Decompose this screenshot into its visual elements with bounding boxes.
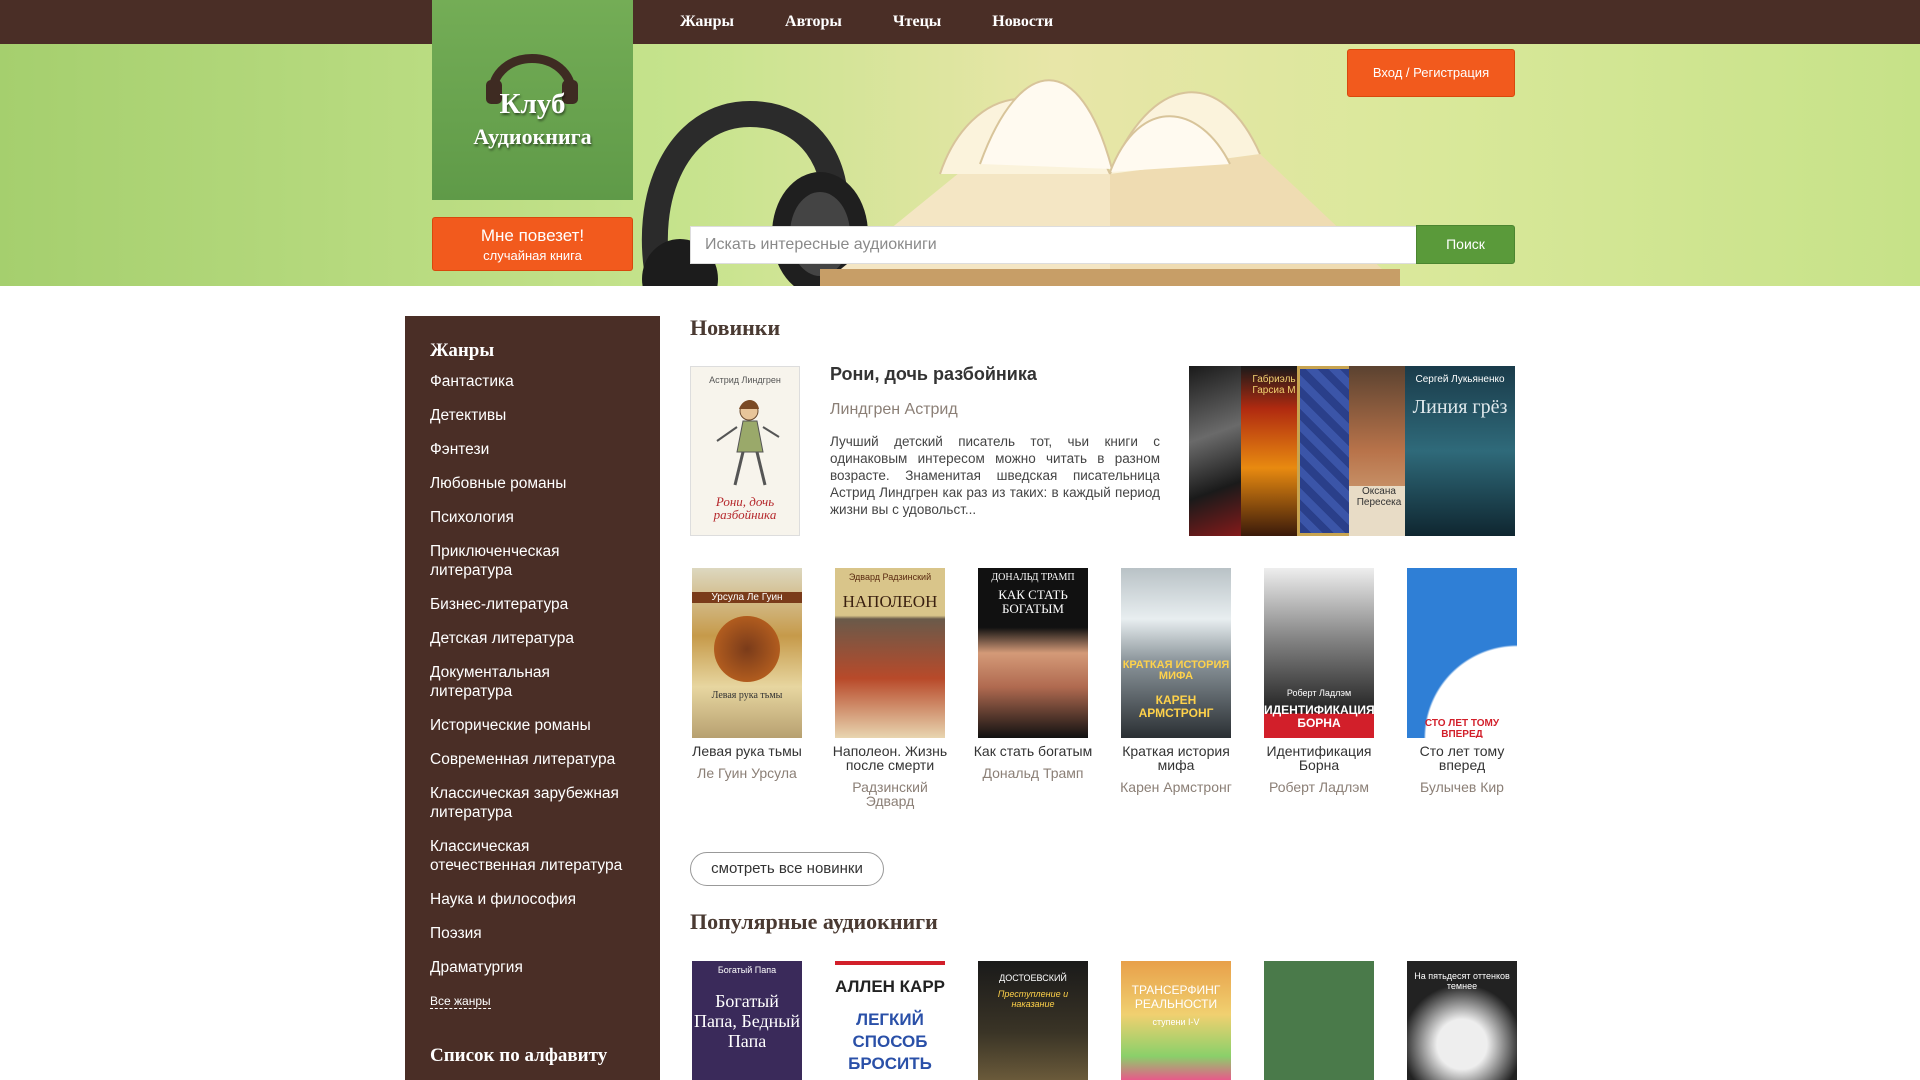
- book-card[interactable]: ДОСТОЕВСКИЙ Преступление и наказание: [973, 961, 1093, 1080]
- random-book-button[interactable]: Мне повезет! случайная книга: [432, 217, 633, 271]
- book-cover: КРАТКАЯ ИСТОРИЯ МИФА КАРЕН АРМСТРОНГ: [1121, 568, 1231, 738]
- genre-item[interactable]: Исторические романы: [430, 716, 635, 735]
- stack-cover: Оксана Пересека: [1349, 366, 1409, 536]
- book-stack-covers[interactable]: Габриэль Гарсиа М Оксана Пересека Сергей…: [1189, 366, 1515, 536]
- stack-cover: [1297, 366, 1357, 536]
- genre-item[interactable]: Поэзия: [430, 924, 635, 943]
- random-book-label: Мне повезет!: [480, 226, 585, 245]
- nav-readers[interactable]: Чтецы: [893, 0, 941, 44]
- book-title: Краткая история мифа: [1122, 743, 1230, 773]
- book-author[interactable]: Ле Гуин Урсула: [687, 766, 807, 780]
- stack-cover: Сергей Лукьяненко Линия грёз: [1405, 366, 1515, 536]
- login-register-button[interactable]: Вход / Регистрация: [1347, 49, 1515, 97]
- book-author[interactable]: Радзинский Эдвард: [830, 780, 950, 808]
- book-author[interactable]: Булычев Кир: [1402, 780, 1522, 794]
- book-author[interactable]: Дональд Трамп: [973, 766, 1093, 780]
- nav-news[interactable]: Новости: [992, 0, 1053, 44]
- book-card[interactable]: Урсула Ле Гуин Левая рука тьмы Левая рук…: [687, 568, 807, 780]
- top-nav: Жанры Авторы Чтецы Новости: [680, 0, 1104, 44]
- genre-item[interactable]: Фантастика: [430, 372, 635, 391]
- cover-emblem: [714, 616, 780, 682]
- logo-title: Клуб: [499, 88, 566, 120]
- book-author[interactable]: Роберт Ладлэм: [1259, 780, 1379, 794]
- featured-book-author[interactable]: Линдгрен Астрид: [830, 401, 958, 419]
- book-card[interactable]: Эдвард Радзинский НАПОЛЕОН Наполеон. Жиз…: [830, 568, 950, 808]
- book-cover: На пятьдесят оттенков темнее: [1407, 961, 1517, 1080]
- all-genres-link[interactable]: Все жанры: [430, 994, 491, 1009]
- book-card[interactable]: ДОНАЛЬД ТРАМП КАК СТАТЬ БОГАТЫМ Как стат…: [973, 568, 1093, 780]
- search-button[interactable]: Поиск: [1416, 225, 1515, 264]
- genre-item[interactable]: Классическая зарубежная литература: [430, 784, 635, 822]
- book-cover: ТРАНСЕРФИНГ РЕАЛЬНОСТИ ступени I-V: [1121, 961, 1231, 1080]
- book-cover: [1264, 961, 1374, 1080]
- book-title: Как стать богатым: [973, 743, 1093, 759]
- featured-book-description: Лучший детский писатель тот, чьи книги с…: [830, 434, 1160, 517]
- book-card[interactable]: КРАТКАЯ ИСТОРИЯ МИФА КАРЕН АРМСТРОНГ Кра…: [1116, 568, 1236, 794]
- book-cover: СТО ЛЕТ ТОМУ ВПЕРЕД: [1407, 568, 1517, 738]
- genre-item[interactable]: Психология: [430, 508, 635, 527]
- book-cover: Роберт Ладлэм ИДЕНТИФИКАЦИЯ БОРНА: [1264, 568, 1374, 738]
- featured-book-cover[interactable]: Астрид Линдгрен Рони, дочь разбойника: [690, 366, 800, 536]
- new-books-heading: Новинки: [690, 315, 781, 340]
- nav-genres[interactable]: Жанры: [680, 0, 734, 44]
- genre-item[interactable]: Наука и философия: [430, 890, 635, 909]
- book-cover: Богатый Папа Богатый Папа, Бедный Папа: [692, 961, 802, 1080]
- book-card[interactable]: На пятьдесят оттенков темнее: [1402, 961, 1522, 1080]
- book-cover: ДОНАЛЬД ТРАМП КАК СТАТЬ БОГАТЫМ: [978, 568, 1088, 738]
- book-card[interactable]: Роберт Ладлэм ИДЕНТИФИКАЦИЯ БОРНА Иденти…: [1259, 568, 1379, 794]
- book-cover: Эдвард Радзинский НАПОЛЕОН: [835, 568, 945, 738]
- stack-cover: [1189, 366, 1249, 536]
- book-card[interactable]: ТРАНСЕРФИНГ РЕАЛЬНОСТИ ступени I-V: [1116, 961, 1236, 1080]
- genre-item[interactable]: Детективы: [430, 406, 635, 425]
- genre-item[interactable]: Любовные романы: [430, 474, 635, 493]
- logo-subtitle: Аудиокнига: [473, 124, 592, 149]
- genre-item[interactable]: Документальная литература: [430, 663, 635, 701]
- sidebar: Жанры Фантастика Детективы Фэнтези Любов…: [405, 316, 660, 1080]
- genre-item[interactable]: Бизнес-литература: [430, 595, 635, 614]
- site-logo[interactable]: Клуб Аудиокнига: [432, 0, 633, 200]
- book-title: Идентификация Борна: [1266, 743, 1372, 773]
- featured-cover-title: Рони, дочь разбойника: [713, 494, 777, 522]
- genre-item[interactable]: Классическая отечественная литература: [430, 837, 635, 875]
- nav-authors[interactable]: Авторы: [785, 0, 842, 44]
- book-title: Сто лет тому вперед: [1419, 743, 1505, 773]
- view-all-new-button[interactable]: смотреть все новинки: [690, 852, 884, 886]
- genres-heading: Жанры: [430, 340, 495, 361]
- book-title: Наполеон. Жизнь после смерти: [832, 743, 948, 773]
- search-input[interactable]: [690, 226, 1416, 264]
- book-card[interactable]: АЛЛЕН КАРР ЛЕГКИЙ СПОСОБ БРОСИТЬ: [830, 961, 950, 1080]
- alphabet-heading: Список по алфавиту: [430, 1045, 608, 1066]
- popular-books-heading: Популярные аудиокниги: [690, 909, 938, 934]
- random-book-sublabel: случайная книга: [483, 248, 582, 263]
- genre-item[interactable]: Современная литература: [430, 750, 635, 769]
- genre-list: Фантастика Детективы Фэнтези Любовные ро…: [430, 372, 635, 977]
- genre-item[interactable]: Приключенческая литература: [430, 542, 635, 580]
- book-title: Левая рука тьмы: [692, 743, 802, 759]
- genre-item[interactable]: Фэнтези: [430, 440, 635, 459]
- featured-cover-author: Астрид Линдгрен: [709, 375, 781, 385]
- book-cover: АЛЛЕН КАРР ЛЕГКИЙ СПОСОБ БРОСИТЬ: [835, 961, 945, 1080]
- book-cover: Урсула Ле Гуин Левая рука тьмы: [692, 568, 802, 738]
- genre-item[interactable]: Детская литература: [430, 629, 635, 648]
- book-author[interactable]: Карен Армстронг: [1116, 780, 1236, 794]
- book-card[interactable]: [1259, 961, 1379, 1080]
- girl-illustration: [716, 400, 780, 486]
- featured-book-title[interactable]: Рони, дочь разбойника: [830, 364, 1160, 385]
- book-card[interactable]: Богатый Папа Богатый Папа, Бедный Папа: [687, 961, 807, 1080]
- genre-item[interactable]: Драматургия: [430, 958, 635, 977]
- book-cover: ДОСТОЕВСКИЙ Преступление и наказание: [978, 961, 1088, 1080]
- book-card[interactable]: СТО ЛЕТ ТОМУ ВПЕРЕД Сто лет тому вперед …: [1402, 568, 1522, 794]
